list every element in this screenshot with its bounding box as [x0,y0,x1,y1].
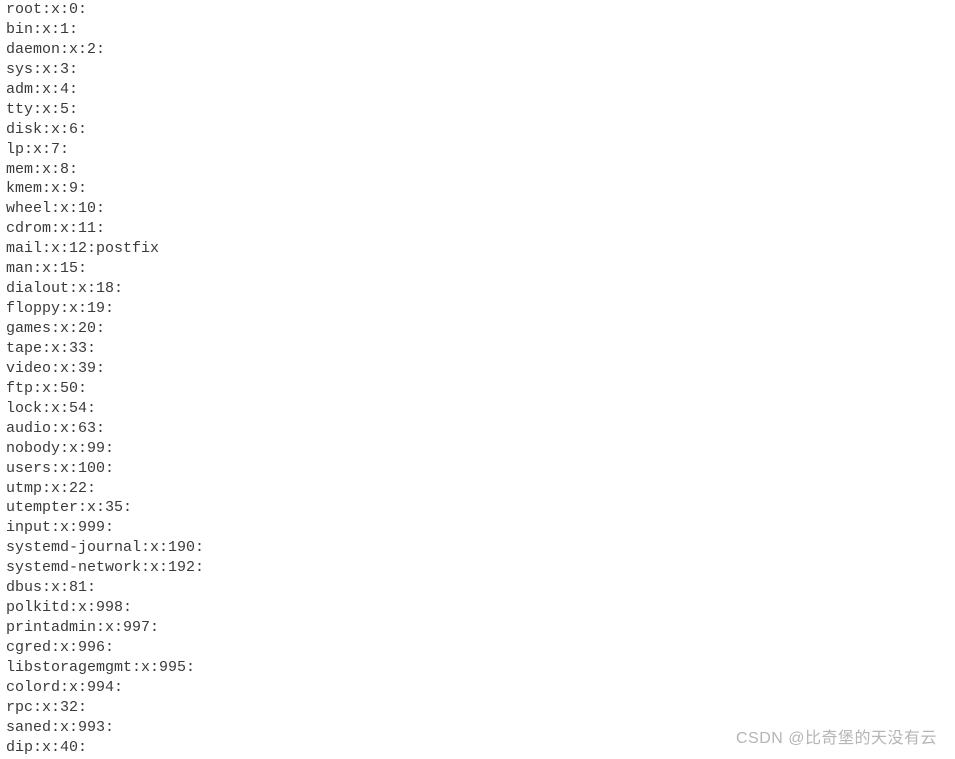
group-entry: adm:x:4: [6,80,949,100]
group-entry: tty:x:5: [6,100,949,120]
group-entry: mail:x:12:postfix [6,239,949,259]
group-entry: games:x:20: [6,319,949,339]
group-entry: polkitd:x:998: [6,598,949,618]
group-entry: rpc:x:32: [6,698,949,718]
group-entry: lp:x:7: [6,140,949,160]
group-entry: root:x:0: [6,0,949,20]
group-entry: daemon:x:2: [6,40,949,60]
group-entry: floppy:x:19: [6,299,949,319]
group-entry: utempter:x:35: [6,498,949,518]
group-entry: dip:x:40: [6,738,949,758]
group-entry: disk:x:6: [6,120,949,140]
group-entry: dialout:x:18: [6,279,949,299]
group-entry: saned:x:993: [6,718,949,738]
group-entry: utmp:x:22: [6,479,949,499]
group-entry: cdrom:x:11: [6,219,949,239]
group-entry: ftp:x:50: [6,379,949,399]
etc-group-output: root:x:0:bin:x:1:daemon:x:2:sys:x:3:adm:… [6,0,949,758]
group-entry: video:x:39: [6,359,949,379]
group-entry: man:x:15: [6,259,949,279]
group-entry: users:x:100: [6,459,949,479]
group-entry: systemd-network:x:192: [6,558,949,578]
group-entry: nobody:x:99: [6,439,949,459]
group-entry: printadmin:x:997: [6,618,949,638]
group-entry: kmem:x:9: [6,179,949,199]
group-entry: wheel:x:10: [6,199,949,219]
group-entry: input:x:999: [6,518,949,538]
group-entry: audio:x:63: [6,419,949,439]
group-entry: systemd-journal:x:190: [6,538,949,558]
group-entry: sys:x:3: [6,60,949,80]
group-entry: colord:x:994: [6,678,949,698]
group-entry: libstoragemgmt:x:995: [6,658,949,678]
group-entry: mem:x:8: [6,160,949,180]
group-entry: dbus:x:81: [6,578,949,598]
group-entry: bin:x:1: [6,20,949,40]
group-entry: tape:x:33: [6,339,949,359]
group-entry: lock:x:54: [6,399,949,419]
group-entry: cgred:x:996: [6,638,949,658]
